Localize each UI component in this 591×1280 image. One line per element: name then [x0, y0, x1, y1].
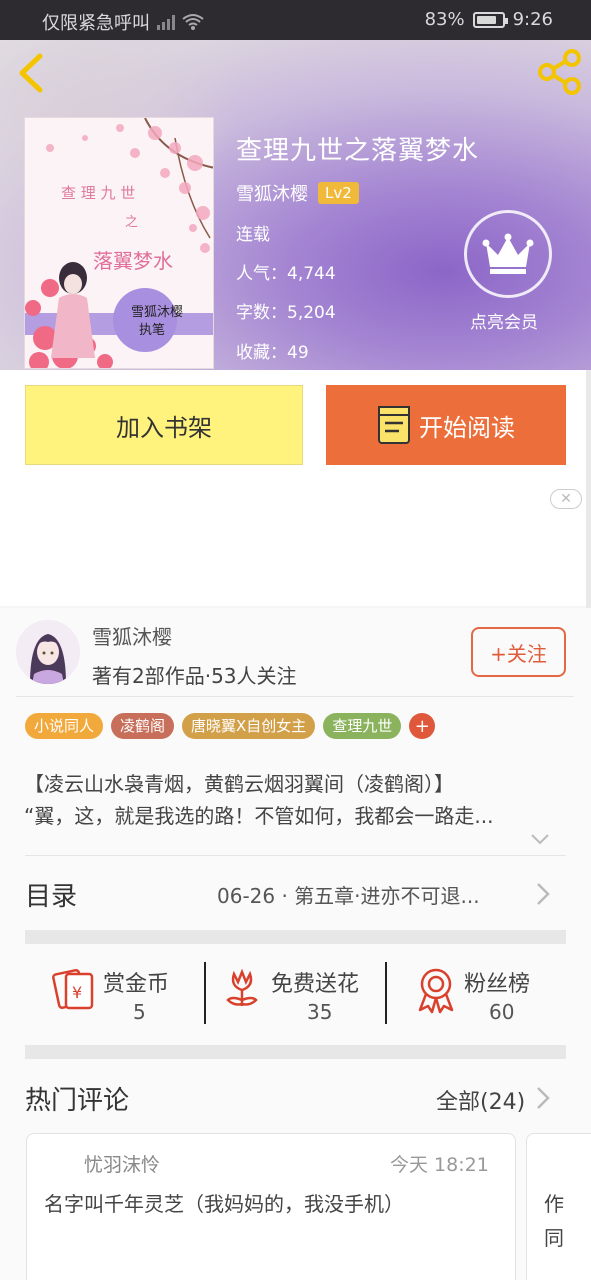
book-cover[interactable]: 查 理 九 世 之 落翼梦水 雪狐沐樱 执笔	[24, 117, 214, 369]
section-separator	[25, 1045, 566, 1059]
comment-text: 名字叫千年灵芝（我妈妈的，我没手机）	[44, 1192, 404, 1216]
svg-text:执笔: 执笔	[139, 322, 165, 338]
share-icon[interactable]	[536, 48, 584, 96]
tag-chip[interactable]: 凌鹤阁	[111, 713, 175, 739]
fan-ranking-value: 60	[489, 1000, 515, 1024]
signal-icon	[157, 15, 175, 30]
svg-text:查 理 九 世: 查 理 九 世	[61, 184, 135, 202]
battery-icon	[472, 11, 508, 28]
author-level-badge: Lv2	[318, 182, 359, 204]
back-arrow-icon[interactable]	[14, 52, 46, 94]
reward-flowers[interactable]	[222, 966, 262, 1010]
reward-flowers-value: 35	[307, 1000, 333, 1024]
follow-button[interactable]: +关注	[471, 627, 566, 677]
cover-illustration: 查 理 九 世 之 落翼梦水 雪狐沐樱 执笔	[25, 118, 213, 368]
clock: 9:26	[512, 9, 553, 30]
expand-chevron-icon[interactable]	[530, 832, 550, 846]
toc-chevron-icon[interactable]	[536, 882, 550, 906]
medal-icon	[418, 968, 454, 1014]
tag-list: 小说同人 凌鹤阁 唐晓翼X自创女主 查理九世 +	[25, 713, 436, 739]
svg-text:之: 之	[125, 215, 138, 230]
toc-label[interactable]: 目录	[25, 876, 77, 913]
fan-ranking[interactable]	[416, 966, 456, 1014]
divider	[385, 962, 387, 1024]
all-comments-link[interactable]: 全部(24)	[436, 1084, 525, 1116]
svg-text:¥: ¥	[72, 983, 82, 1002]
crown-icon	[482, 233, 534, 274]
scrollbar[interactable]	[586, 370, 591, 608]
description-line-1: 【凌云山水袅青烟，黄鹤云烟羽翼间（凌鹤阁）】	[24, 772, 454, 796]
svg-text:雪狐沐樱: 雪狐沐樱	[131, 304, 183, 320]
action-bar: 加入书架 开始阅读	[0, 370, 591, 482]
ad-close-button[interactable]: ✕	[550, 489, 582, 509]
status-bar: 仅限紧急呼叫 83% 9:26	[0, 0, 591, 40]
tag-chip[interactable]: 小说同人	[25, 713, 104, 739]
comment-next-text-2: 同	[544, 1226, 564, 1250]
battery-percent: 83%	[424, 9, 465, 30]
book-favorites: 收藏：49	[236, 343, 309, 363]
vip-crown-button[interactable]	[464, 210, 552, 298]
book-word-count: 字数：5,204	[236, 303, 336, 323]
comments-chevron-icon[interactable]	[536, 1086, 550, 1110]
section-separator	[25, 930, 566, 944]
hot-comments-title: 热门评论	[25, 1086, 130, 1116]
book-status: 连载	[236, 225, 270, 245]
avatar-illustration	[16, 620, 80, 684]
divider	[25, 855, 566, 856]
start-reading-button[interactable]: 开始阅读	[326, 385, 566, 465]
comment-user[interactable]: 忧羽沫怜	[84, 1150, 160, 1177]
wifi-icon	[182, 14, 204, 30]
author-stats: 著有2部作品·53人关注	[92, 664, 297, 688]
book-author[interactable]: 雪狐沐樱	[236, 180, 308, 206]
comment-time: 今天 18:21	[390, 1154, 489, 1176]
divider	[204, 962, 206, 1024]
book-popularity: 人气：4,744	[236, 264, 336, 284]
divider	[16, 696, 574, 697]
add-to-shelf-button[interactable]: 加入书架	[25, 385, 303, 465]
author-avatar[interactable]	[16, 620, 80, 684]
tag-chip[interactable]: 查理九世	[323, 713, 402, 739]
tag-chip[interactable]: 唐晓翼X自创女主	[182, 713, 316, 739]
author-name[interactable]: 雪狐沐樱	[92, 621, 172, 650]
reward-coins[interactable]: ¥	[52, 966, 96, 1010]
book-title: 查理九世之落翼梦水	[236, 136, 480, 166]
reward-coins-label: 赏金币	[103, 972, 170, 997]
flower-icon	[226, 968, 258, 1006]
comment-next-text-1: 作	[544, 1192, 564, 1216]
reward-flowers-label: 免费送花	[271, 972, 360, 997]
reward-coins-value: 5	[133, 1000, 146, 1024]
ad-banner[interactable]	[0, 482, 591, 606]
red-envelope-icon: ¥	[52, 968, 94, 1010]
add-tag-button[interactable]: +	[409, 713, 436, 739]
fan-ranking-label: 粉丝榜	[464, 972, 531, 997]
description-line-2: “翼，这，就是我选的路！不管如何，我都会一路走...	[24, 804, 494, 828]
vip-label[interactable]: 点亮会员	[470, 308, 538, 333]
book-icon	[378, 406, 410, 444]
svg-text:落翼梦水: 落翼梦水	[93, 249, 173, 273]
carrier-text: 仅限紧急呼叫	[42, 13, 150, 34]
toc-latest-chapter[interactable]: 06-26 · 第五章·进亦不可退...	[217, 880, 480, 909]
